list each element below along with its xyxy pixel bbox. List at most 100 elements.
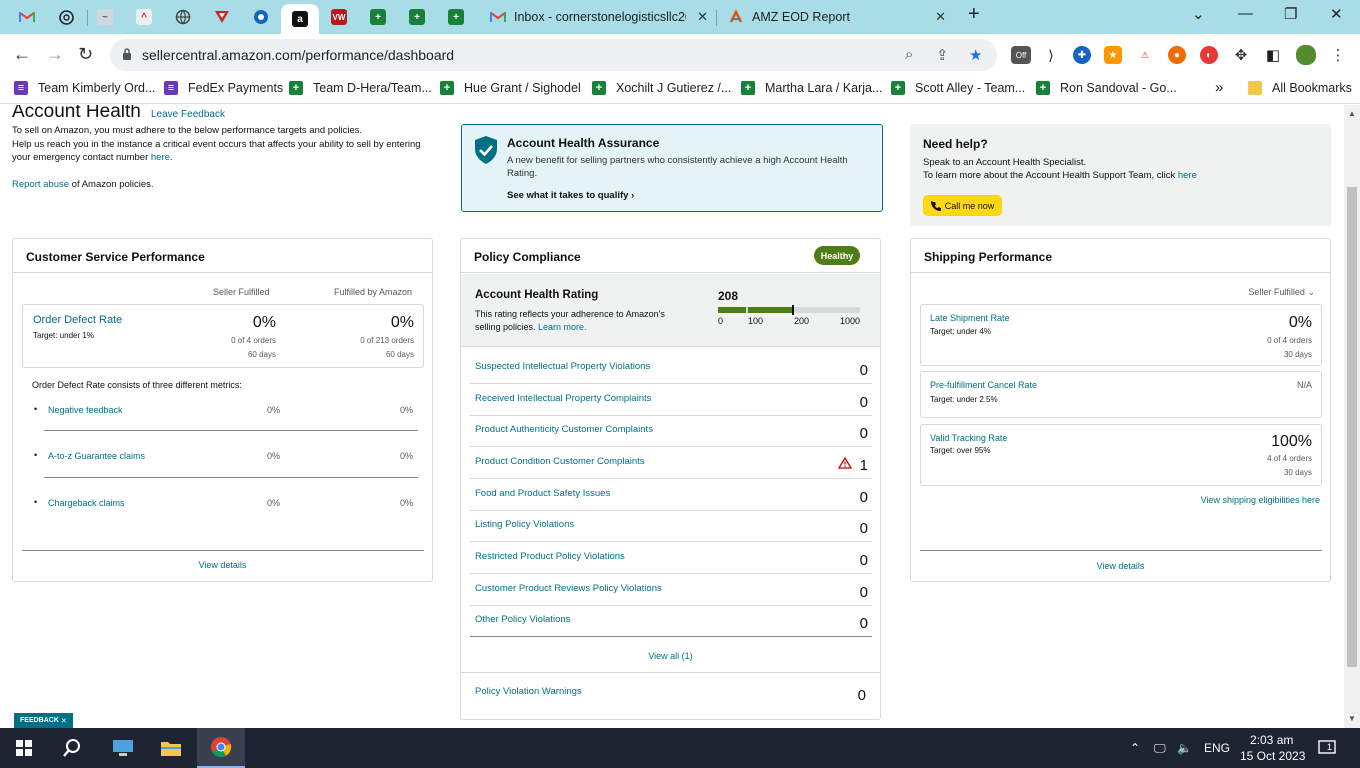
tab-inbox[interactable]: Inbox - cornerstonelogisticsllc20 ✕ (480, 4, 716, 30)
a-to-z-claims-link[interactable]: A-to-z Guarantee claims (48, 451, 145, 461)
reload-button[interactable]: ↻ (78, 44, 93, 65)
tab-app-2[interactable]: ^ (125, 4, 163, 30)
policy-link[interactable]: Restricted Product Policy Violations (475, 551, 625, 562)
policy-link[interactable]: Received Intellectual Property Complaint… (475, 393, 651, 404)
order-defect-rate-link[interactable]: Order Defect Rate (33, 314, 122, 326)
policy-violation-warnings-link[interactable]: Policy Violation Warnings (475, 686, 582, 697)
ext-alert-icon[interactable]: ⚠ (1136, 46, 1154, 64)
late-shipment-value: 0% (1288, 314, 1312, 331)
support-team-link[interactable]: here (1178, 170, 1197, 181)
policy-link[interactable]: Other Policy Violations (475, 614, 570, 625)
bookmark-item[interactable]: + Martha Lara / Karja... (741, 81, 882, 95)
new-tab-button[interactable]: + (968, 3, 980, 26)
search-button[interactable] (48, 728, 96, 768)
tab-app-1[interactable]: ~ (86, 4, 124, 30)
tab-app-4[interactable] (242, 4, 280, 30)
view-details-link[interactable]: View details (13, 560, 432, 570)
close-icon[interactable]: ✕ (61, 717, 67, 725)
tab-globe[interactable] (164, 4, 202, 30)
more-bookmarks-button[interactable]: » (1215, 79, 1223, 96)
ext-pokeball-icon[interactable]: ◐ (1200, 46, 1218, 64)
profile-avatar[interactable] (1296, 45, 1316, 65)
bookmark-item[interactable]: + Ron Sandoval - Go... (1036, 81, 1177, 95)
close-icon[interactable]: ✕ (697, 9, 708, 25)
bookmark-item[interactable]: + Team D-Hera/Team... (289, 81, 432, 95)
bookmark-item[interactable]: + Xochilt J Gutierez /... (592, 81, 731, 95)
tab-search-icon[interactable]: ⌄ (1192, 5, 1205, 23)
policy-count: 0 (859, 362, 868, 379)
tab-amazon-active[interactable]: a (281, 4, 319, 34)
language-indicator[interactable]: ENG (1204, 728, 1230, 768)
tab-sheet-1[interactable]: + (359, 4, 397, 30)
bookmark-item[interactable]: + Scott Alley - Team... (891, 81, 1025, 95)
folder-icon (161, 742, 181, 756)
chargeback-claims-link[interactable]: Chargeback claims (48, 498, 125, 508)
close-window-button[interactable]: ✕ (1330, 5, 1343, 23)
page-scrollbar[interactable]: ▲ ▼ (1344, 105, 1360, 728)
ext-firefox-icon[interactable]: ● (1168, 46, 1186, 64)
minimize-button[interactable]: — (1238, 5, 1253, 22)
bookmark-label: Xochilt J Gutierez /... (616, 81, 732, 95)
extensions-icon[interactable]: ✥ (1232, 46, 1250, 64)
start-button[interactable] (0, 728, 48, 768)
tab-sheet-2[interactable]: + (398, 4, 436, 30)
share-icon[interactable]: ⇪ (936, 46, 949, 64)
tab-chatgpt[interactable] (47, 4, 85, 30)
late-shipment-link[interactable]: Late Shipment Rate (930, 313, 1010, 323)
zoom-icon[interactable]: ⌕ (905, 46, 913, 63)
policy-link[interactable]: Food and Product Safety Issues (475, 488, 610, 499)
report-abuse-link[interactable]: Report abuse (12, 179, 69, 190)
policy-link[interactable]: Listing Policy Violations (475, 519, 574, 530)
leave-feedback-link[interactable]: Leave Feedback (151, 109, 225, 120)
ext-off-icon[interactable]: Off (1011, 46, 1031, 64)
tab-vw[interactable]: VW (320, 4, 358, 30)
view-all-link[interactable]: View all (1) (461, 651, 880, 661)
sidepanel-icon[interactable]: ◧ (1264, 46, 1282, 64)
taskbar-app[interactable] (100, 728, 146, 768)
valid-tracking-link[interactable]: Valid Tracking Rate (930, 433, 1007, 443)
fulfillment-filter-dropdown[interactable]: Seller Fulfilled ⌄ (1248, 287, 1315, 298)
tab-sheet-3[interactable]: + (437, 4, 475, 30)
shipping-eligibilities-link[interactable]: View shipping eligibilities here (1201, 495, 1320, 505)
policy-link[interactable]: Product Condition Customer Complaints (475, 456, 645, 467)
volume-icon[interactable]: 🔈 (1177, 728, 1192, 768)
qualify-link[interactable]: See what it takes to qualify › (507, 190, 634, 201)
ext-arrow-icon[interactable]: ⟩ (1042, 46, 1060, 64)
ext-orange-icon[interactable]: ★ (1104, 46, 1122, 64)
all-bookmarks-button[interactable]: All Bookmarks (1248, 81, 1352, 95)
taskbar-file-explorer[interactable] (148, 728, 194, 768)
address-bar[interactable]: sellercentral.amazon.com/performance/das… (110, 39, 997, 71)
policy-link[interactable]: Product Authenticity Customer Complaints (475, 424, 653, 435)
scroll-down-icon[interactable]: ▼ (1348, 714, 1356, 723)
account-health-rating-section: Account Health Rating This rating reflec… (461, 274, 880, 347)
feedback-tab[interactable]: FEEDBACK ✕ (14, 713, 73, 728)
clock[interactable]: 2:03 am 15 Oct 2023 (1240, 728, 1308, 768)
restore-button[interactable]: ❐ (1284, 5, 1297, 23)
menu-icon[interactable]: ⋮ (1329, 46, 1347, 64)
ext-blue-icon[interactable]: ✚ (1073, 46, 1091, 64)
emergency-contact-link[interactable]: here (151, 152, 170, 163)
back-button[interactable]: ← (13, 44, 31, 65)
scroll-up-icon[interactable]: ▲ (1348, 109, 1356, 118)
tab-report[interactable]: AMZ EOD Report ✕ (718, 4, 954, 30)
tab-gmail[interactable] (8, 4, 46, 30)
negative-feedback-link[interactable]: Negative feedback (48, 405, 123, 415)
bookmark-star-icon[interactable]: ★ (969, 46, 982, 64)
learn-more-link[interactable]: Learn more. (538, 322, 587, 332)
tab-app-3[interactable] (203, 4, 241, 30)
policy-link[interactable]: Customer Product Reviews Policy Violatio… (475, 583, 662, 594)
bookmark-item[interactable]: ≡ Team Kimberly Ord... (14, 81, 155, 95)
call-me-now-button[interactable]: Call me now (923, 195, 1002, 216)
view-details-link[interactable]: View details (911, 561, 1330, 571)
taskbar-chrome[interactable] (197, 728, 245, 768)
forward-button[interactable]: → (46, 44, 64, 65)
network-icon[interactable]: 🖵 (1154, 728, 1166, 768)
cancel-rate-link[interactable]: Pre-fulfillment Cancel Rate (930, 380, 1037, 390)
scrollbar-thumb[interactable] (1347, 187, 1357, 667)
bookmark-item[interactable]: ≡ FedEx Payments (164, 81, 283, 95)
show-hidden-icons[interactable]: ⌃ (1130, 728, 1140, 768)
close-icon[interactable]: ✕ (935, 9, 946, 25)
bookmark-item[interactable]: + Hue Grant / Sighodel (440, 81, 581, 95)
notifications-button[interactable]: 1 (1318, 728, 1340, 768)
policy-link[interactable]: Suspected Intellectual Property Violatio… (475, 361, 650, 372)
